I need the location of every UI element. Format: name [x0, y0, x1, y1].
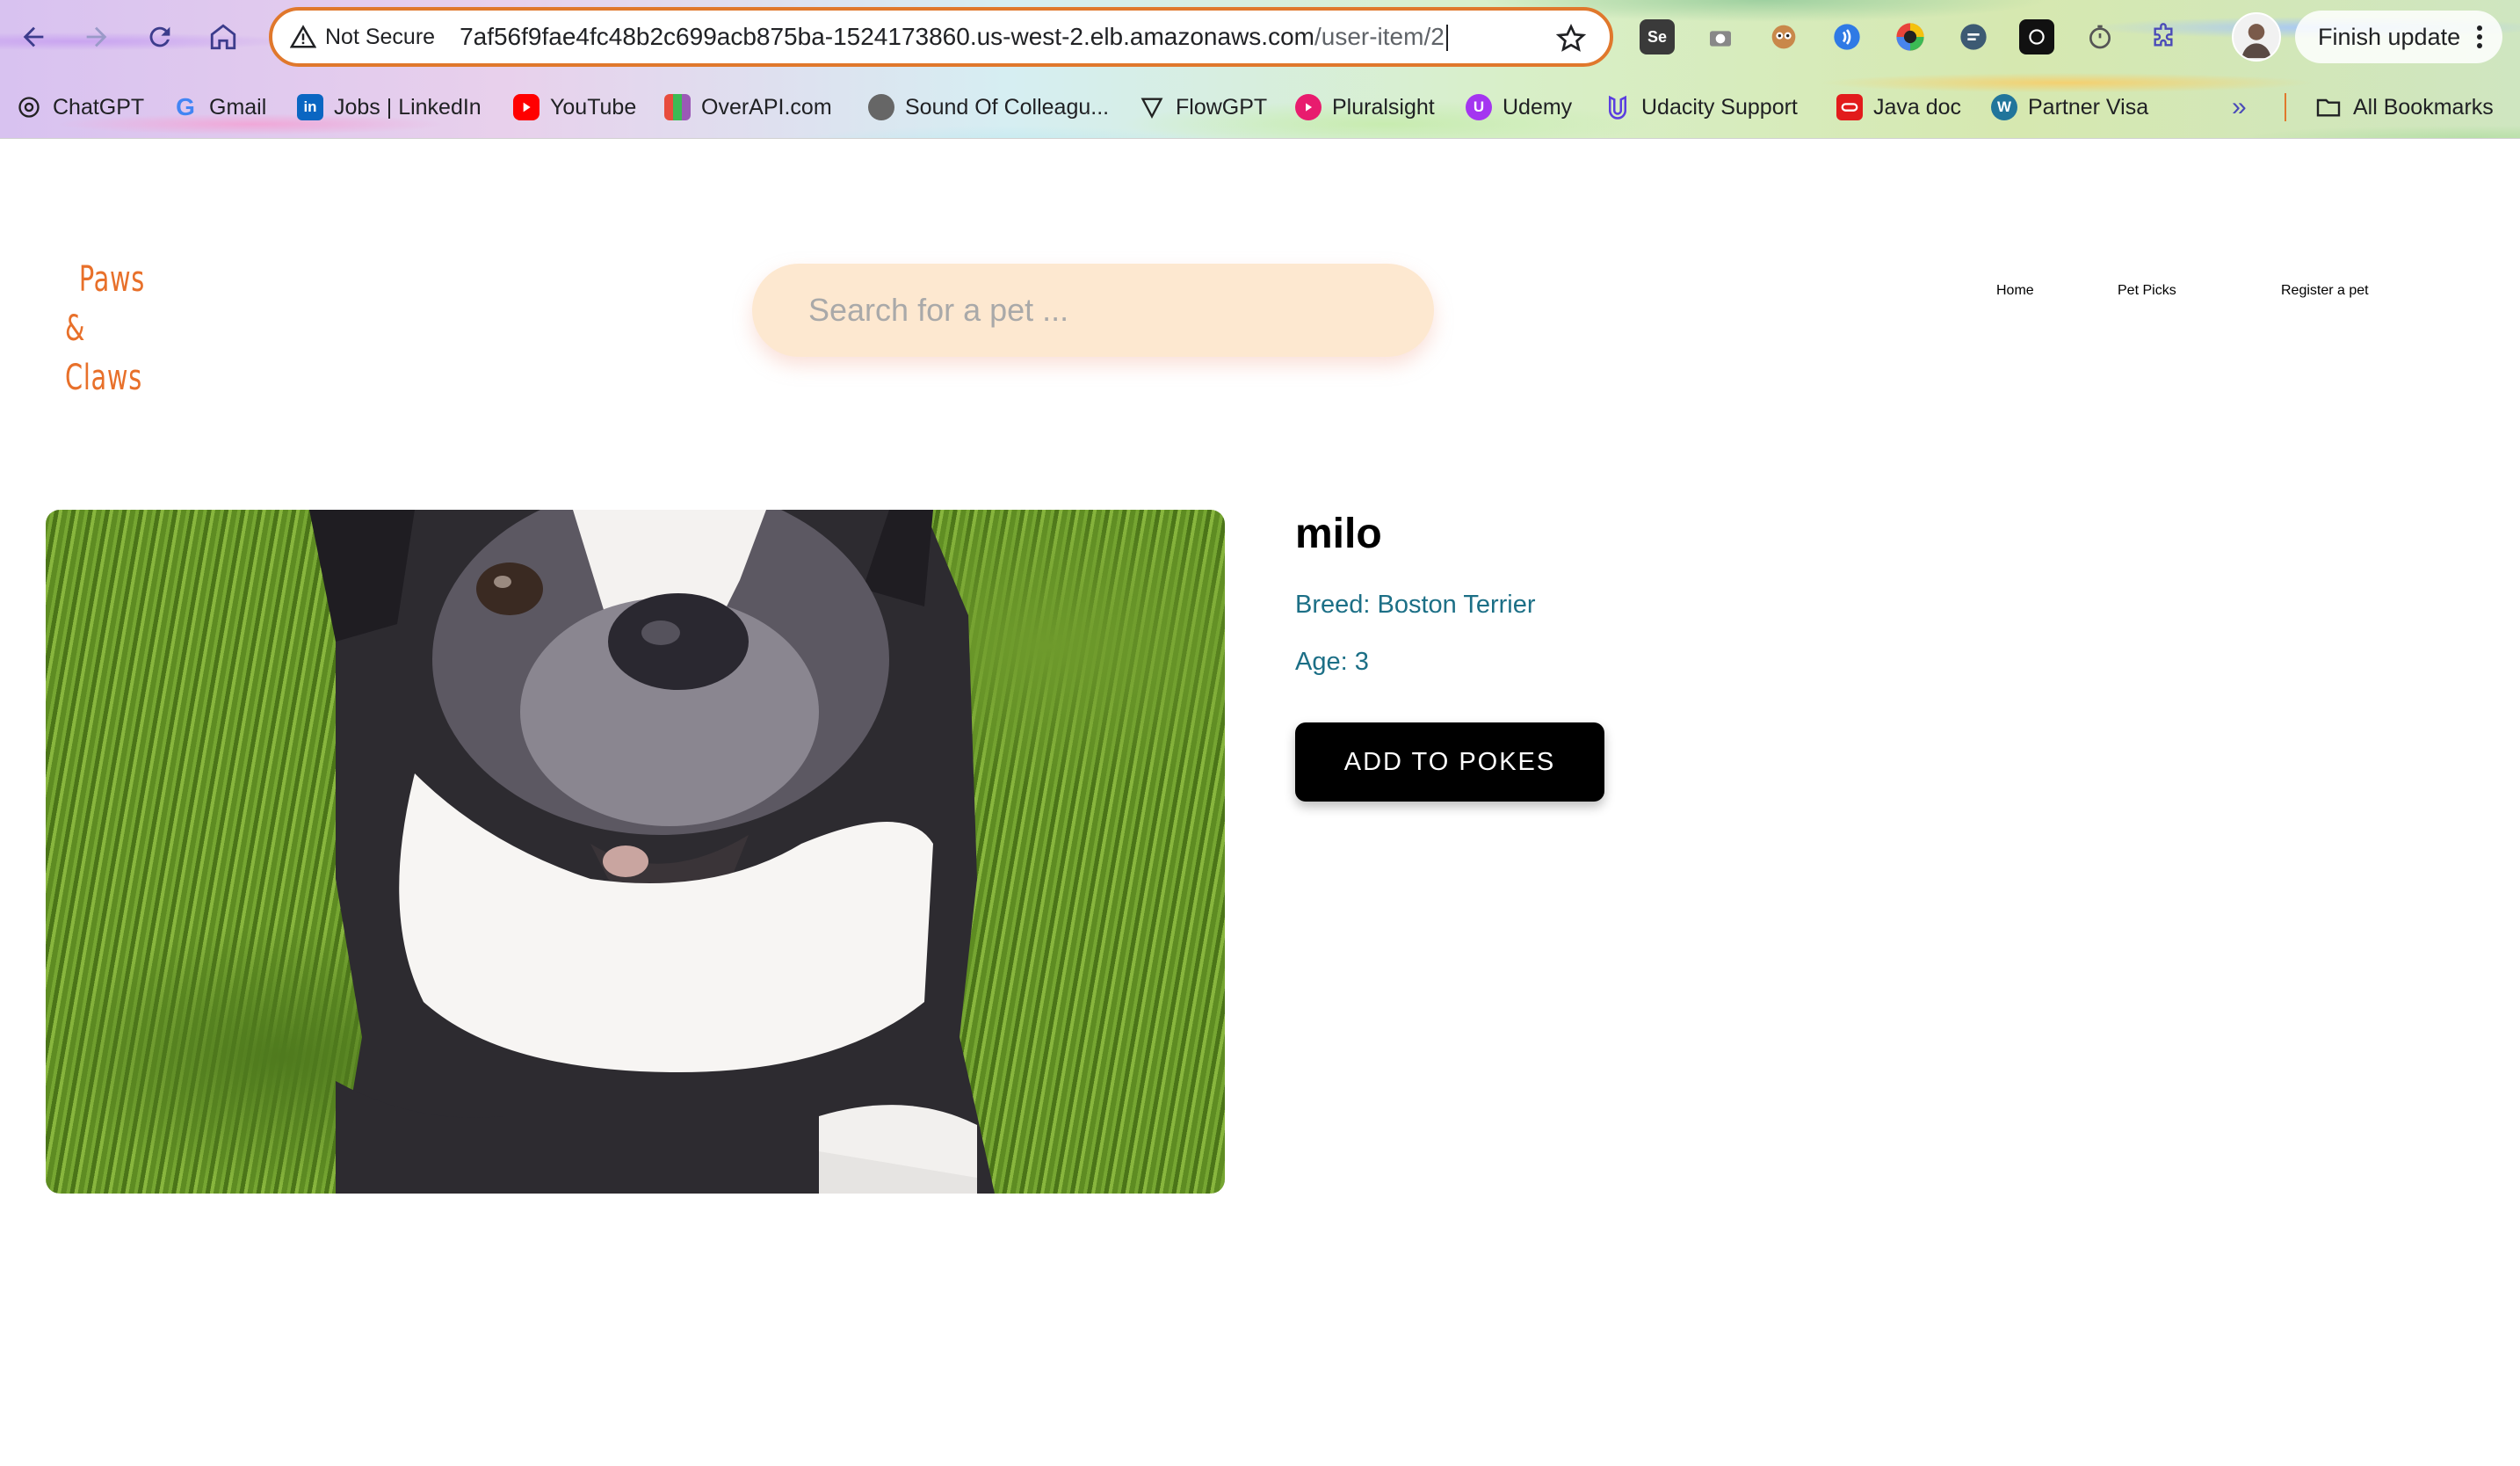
- bookmark-label: YouTube: [550, 94, 637, 120]
- bookmark-label: FlowGPT: [1176, 94, 1268, 120]
- all-bookmarks-label: All Bookmarks: [2353, 94, 2494, 120]
- profile-avatar[interactable]: [2232, 12, 2281, 62]
- pluralsight-icon: [1295, 94, 1322, 120]
- bookmark-udemy[interactable]: U Udemy: [1466, 84, 1572, 130]
- linkedin-icon: in: [297, 94, 323, 120]
- overapi-icon: [664, 94, 691, 120]
- bookmarks-overflow-button[interactable]: »: [2232, 84, 2247, 130]
- avatar-icon: [2241, 24, 2271, 59]
- pet-photo: [46, 510, 1225, 1194]
- browser-chrome: Not Secure 7af56f9fae4fc48b2c699acb875ba…: [0, 0, 2520, 139]
- google-icon: G: [176, 93, 195, 120]
- finish-update-button[interactable]: Finish update: [2295, 11, 2503, 63]
- chatgpt-icon: [16, 94, 42, 120]
- bookmark-youtube[interactable]: YouTube: [513, 84, 636, 130]
- pet-search-input[interactable]: [752, 264, 1434, 357]
- color-picker-extension-icon[interactable]: [1893, 19, 1928, 54]
- warning-icon: [290, 25, 316, 48]
- bookmarks-bar: ChatGPT G Gmail in Jobs | LinkedIn YouTu…: [0, 84, 2520, 130]
- bookmark-star-icon[interactable]: [1555, 23, 1587, 54]
- bookmark-linkedin[interactable]: in Jobs | LinkedIn: [297, 84, 482, 130]
- bookmark-chatgpt[interactable]: ChatGPT: [16, 84, 144, 130]
- bookmark-label: Sound Of Colleagu...: [905, 94, 1110, 120]
- flowgpt-icon: [1139, 94, 1165, 120]
- bookmark-flowgpt[interactable]: FlowGPT: [1139, 84, 1267, 130]
- nav-pet-picks-link[interactable]: Pet Picks: [2118, 283, 2176, 336]
- back-arrow-icon: [23, 26, 44, 47]
- home-icon: [210, 24, 236, 50]
- nav-register-link[interactable]: Register a pet: [2281, 283, 2369, 336]
- bookmark-java-doc[interactable]: Java doc: [1836, 84, 1961, 130]
- back-button[interactable]: [14, 18, 53, 56]
- finish-update-label: Finish update: [2318, 23, 2461, 50]
- bookmark-label: Partner Visa: [2028, 94, 2149, 120]
- bookmark-label: Jobs | LinkedIn: [334, 94, 482, 120]
- nav-home-link[interactable]: Home: [1996, 283, 2034, 336]
- logo-line-1: Paws: [78, 259, 146, 300]
- security-label: Not Secure: [325, 24, 436, 49]
- forward-button[interactable]: [77, 18, 116, 56]
- address-bar[interactable]: Not Secure 7af56f9fae4fc48b2c699acb875ba…: [269, 7, 1613, 67]
- url-text[interactable]: 7af56f9fae4fc48b2c699acb875ba-1524173860…: [460, 23, 1448, 52]
- pet-age: Age: 3: [1295, 648, 1369, 676]
- bookmark-partner-visa[interactable]: W Partner Visa: [1991, 84, 2148, 130]
- udacity-icon: [1604, 94, 1631, 120]
- forward-arrow-icon: [86, 26, 107, 47]
- url-path: /user-item/2: [1314, 22, 1445, 50]
- bookmark-label: Pluralsight: [1332, 94, 1435, 120]
- text-caret: [1445, 25, 1448, 52]
- home-button[interactable]: [204, 18, 243, 56]
- timer-extension-icon[interactable]: [2082, 19, 2118, 54]
- all-bookmarks-button[interactable]: All Bookmarks: [2314, 84, 2494, 130]
- bookmark-gmail[interactable]: G Gmail: [172, 84, 266, 130]
- add-to-pokes-button[interactable]: ADD TO POKES: [1295, 722, 1604, 802]
- wordpress-icon: W: [1991, 94, 2017, 120]
- bookmark-label: Udacity Support: [1641, 94, 1798, 120]
- oracle-icon: [1836, 94, 1863, 120]
- bookmark-pluralsight[interactable]: Pluralsight: [1295, 84, 1435, 130]
- logo-line-2: & Claws: [65, 308, 142, 398]
- bookmark-overapi[interactable]: OverAPI.com: [664, 84, 832, 130]
- url-host: 7af56f9fae4fc48b2c699acb875ba-1524173860…: [460, 22, 1314, 50]
- selenium-extension-icon[interactable]: Se: [1640, 19, 1675, 54]
- bookmark-label: Gmail: [209, 94, 267, 120]
- bookmark-udacity-support[interactable]: Udacity Support: [1604, 84, 1798, 130]
- boston-terrier-image: [309, 510, 995, 1194]
- site-logo[interactable]: Paws & Claws: [65, 255, 148, 403]
- bookmark-label: Udemy: [1503, 94, 1573, 120]
- owl-extension-icon[interactable]: [1766, 19, 1801, 54]
- audio-extension-icon[interactable]: [1829, 19, 1865, 54]
- pet-name: milo: [1295, 511, 1382, 557]
- globe-icon: [868, 94, 894, 120]
- pet-breed: Breed: Boston Terrier: [1295, 591, 1536, 619]
- security-indicator[interactable]: Not Secure: [290, 24, 435, 50]
- bookmark-label: OverAPI.com: [701, 94, 832, 120]
- bookmarks-separator: [2285, 93, 2286, 121]
- camera-extension-icon[interactable]: [1703, 19, 1738, 54]
- reload-button[interactable]: [141, 18, 179, 56]
- chat-extension-icon[interactable]: [1956, 19, 1991, 54]
- reload-icon: [149, 26, 170, 47]
- double-chevron-icon: »: [2232, 92, 2247, 121]
- folder-icon: [2316, 98, 2341, 117]
- openai-extension-icon[interactable]: [2019, 19, 2054, 54]
- bookmark-sound-of-colleagues[interactable]: Sound Of Colleagu...: [868, 84, 1109, 130]
- youtube-icon: [513, 94, 539, 120]
- extensions-puzzle-icon[interactable]: [2146, 19, 2181, 54]
- udemy-icon: U: [1466, 94, 1492, 120]
- bookmark-label: Java doc: [1873, 94, 1962, 120]
- bookmark-label: ChatGPT: [53, 94, 145, 120]
- kebab-menu-icon: [2477, 25, 2483, 48]
